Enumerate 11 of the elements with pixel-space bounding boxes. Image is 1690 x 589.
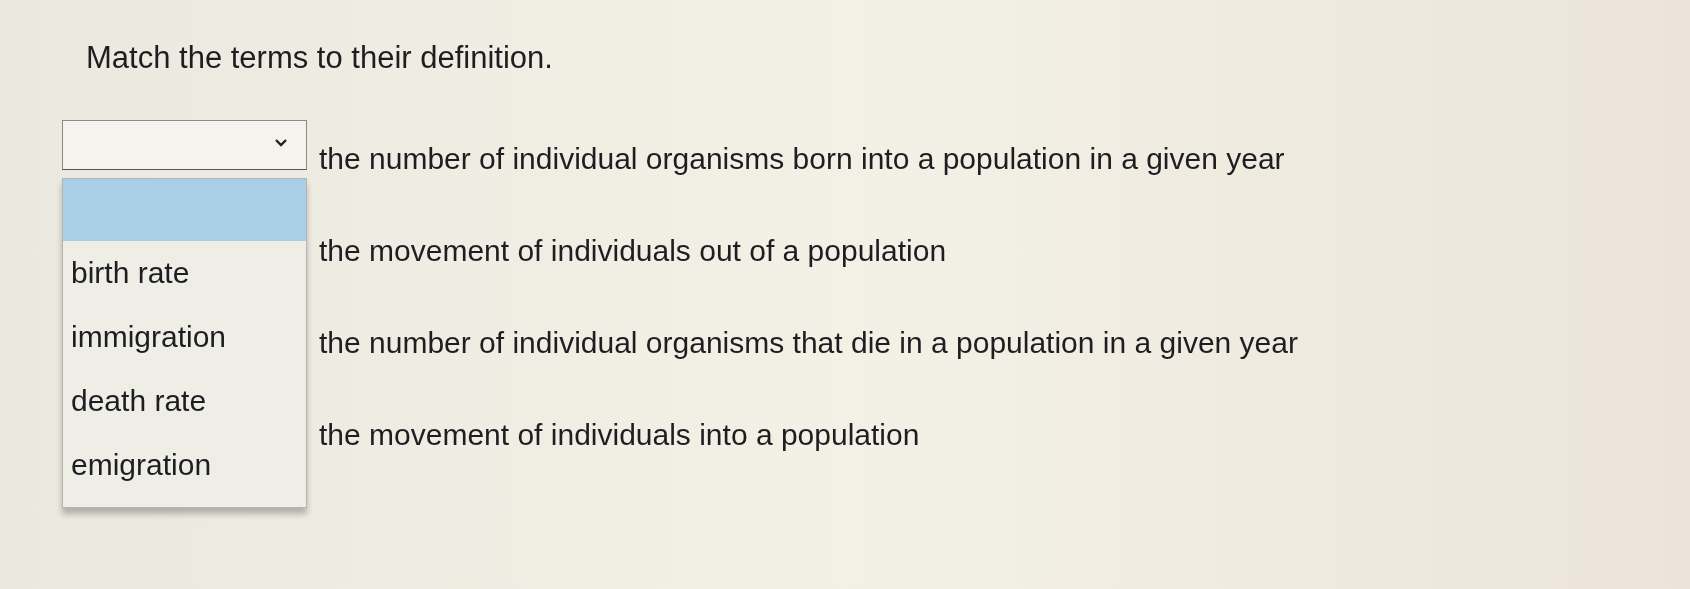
dropdown-option[interactable]: emigration — [63, 433, 306, 497]
question-title: Match the terms to their definition. — [86, 40, 554, 77]
term-dropdown[interactable] — [62, 120, 307, 170]
dropdown-option[interactable]: immigration — [63, 305, 306, 369]
caret-icon — [274, 138, 288, 148]
dropdown-option[interactable]: birth rate — [63, 241, 306, 305]
definition-text: the movement of individuals into a population — [319, 417, 921, 452]
definition-text: the movement of individuals out of a population — [319, 233, 948, 268]
dropdown-option[interactable]: death rate — [63, 369, 306, 433]
definition-text: the number of individual organisms born into a population in a given year — [319, 141, 1286, 176]
definition-text: the number of individual organisms that die in a population in a given year — [319, 325, 1299, 360]
